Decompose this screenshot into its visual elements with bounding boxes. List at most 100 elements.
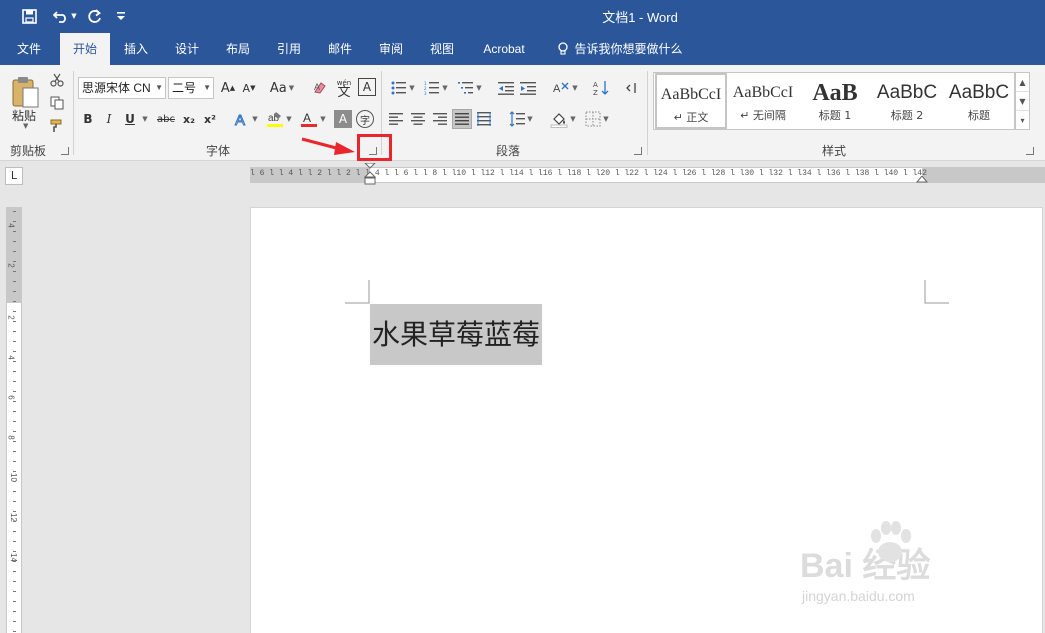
clear-formatting-icon[interactable]: A [310,78,330,98]
change-case-icon: Aa [269,80,287,96]
lightbulb-icon [558,42,569,55]
vertical-ruler-tick [13,561,16,562]
style-name: ↵ 正文 [673,111,709,124]
phonetic-guide-button[interactable]: wén 文 [333,76,355,100]
character-border-icon: A [362,80,372,94]
bold-button[interactable]: B [80,110,96,128]
shrink-font-button[interactable]: A ▼ [240,78,258,98]
indent-marker[interactable] [364,163,376,193]
character-shading-button[interactable]: A [334,110,352,128]
tab-references[interactable]: 引用 [267,33,311,65]
enclose-characters-button[interactable]: 字 [356,110,374,128]
tab-home[interactable]: 开始 [60,33,110,65]
tab-review[interactable]: 审阅 [369,33,413,65]
strikethrough-button[interactable]: abc [154,110,178,128]
styles-gallery[interactable]: AaBbCcI ↵ 正文 AaBbCcI ↵ 无间隔 AaB 标题 1 AaBb… [653,72,1015,130]
tell-me-search[interactable]: 告诉我你想要做什么 [550,33,690,65]
decrease-indent-icon[interactable] [496,78,516,98]
vertical-ruler-tick [13,441,16,442]
tab-layout[interactable]: 布局 [216,33,260,65]
grow-font-icon: A [220,80,230,96]
grow-font-button[interactable]: A ▲ [219,78,237,98]
right-indent-marker[interactable] [916,176,928,184]
italic-button[interactable]: I [101,110,117,128]
save-icon[interactable] [18,6,40,26]
vertical-ruler-tick [13,601,16,602]
tell-me-label: 告诉我你想要做什么 [574,42,683,56]
title-bar: ▼ 文档1 - Word [0,0,1045,33]
cut-icon[interactable] [48,71,66,89]
show-hide-marks-icon[interactable] [622,78,642,98]
styles-dialog-launcher[interactable] [1026,147,1034,155]
tab-view[interactable]: 视图 [420,33,464,65]
chinese-layout-button[interactable]: A ▼ [548,78,582,98]
character-shading-icon: A [338,112,348,126]
numbering-button[interactable]: 1 2 3 ▼ [420,78,452,98]
vertical-ruler-tick [13,451,16,452]
red-arrow-icon [301,137,355,155]
more-styles-icon[interactable]: ▾ [1016,111,1029,130]
tab-insert[interactable]: 插入 [114,33,158,65]
undo-icon[interactable]: ▼ [50,6,80,26]
vertical-ruler-tick [13,341,16,342]
scroll-down-icon[interactable]: ▼ [1016,92,1029,111]
align-center-icon[interactable] [409,110,427,128]
bullets-button[interactable]: ▼ [387,78,419,98]
paragraph-dialog-launcher[interactable] [634,147,642,155]
vertical-ruler-tick [13,361,16,362]
tab-selector[interactable]: L [5,167,23,185]
shading-button[interactable]: ▼ [547,109,579,129]
underline-button[interactable]: U [122,110,138,128]
align-left-icon[interactable] [387,110,405,128]
undo-dropdown-icon[interactable]: ▼ [71,12,76,20]
borders-button[interactable]: ▼ [581,109,613,129]
style-no-spacing[interactable]: AaBbCcI ↵ 无间隔 [727,73,799,129]
borders-icon [585,111,601,127]
change-case-button[interactable]: Aa ▼ [267,78,297,98]
clipboard-dialog-launcher[interactable] [61,147,69,155]
font-size-dropdown[interactable]: 二号 ▼ [168,77,214,99]
superscript-button[interactable]: x² [201,110,219,128]
tab-acrobat[interactable]: Acrobat [472,33,536,65]
group-divider [73,71,74,155]
sort-icon[interactable]: AZ [591,78,611,98]
svg-text:A: A [553,83,561,95]
tab-file[interactable]: 文件 [8,33,50,65]
vertical-ruler[interactable]: 4 2 2 4 6 8 10 12 14 [6,207,22,633]
character-border-button[interactable]: A [358,78,376,96]
multilevel-list-button[interactable]: ▼ [454,78,486,98]
align-right-icon[interactable] [431,110,449,128]
ruler-ticks: l 6 l l 4 l l 2 l l 2 l l 4 l l 6 l l 8 … [250,169,927,178]
style-title[interactable]: AaBbC 标题 [943,73,1015,129]
style-heading-2[interactable]: AaBbC 标题 2 [871,73,943,129]
distributed-icon[interactable] [475,110,493,128]
style-heading-1[interactable]: AaB 标题 1 [799,73,871,129]
tab-mailings[interactable]: 邮件 [318,33,362,65]
vertical-ruler-tick [13,461,16,462]
underline-dropdown-icon[interactable]: ▼ [140,110,150,128]
selected-document-text[interactable]: 水果草莓蓝莓 [370,304,543,365]
highlight-color-button[interactable]: ab ▼ [263,109,295,129]
vertical-ruler-tick [13,571,16,572]
text-effects-button[interactable]: A ▼ [231,109,261,129]
justify-icon[interactable] [452,109,472,129]
format-painter-icon[interactable] [48,117,66,135]
copy-icon[interactable] [48,94,66,112]
font-name-value: 思源宋体 CN [82,81,151,95]
scroll-up-icon[interactable]: ▲ [1016,73,1029,92]
font-color-button[interactable]: A ▼ [297,109,329,129]
vertical-ruler-tick [13,551,16,552]
tab-design[interactable]: 设计 [165,33,209,65]
style-normal[interactable]: AaBbCcI ↵ 正文 [655,73,727,129]
vertical-ruler-tick [13,481,16,482]
subscript-button[interactable]: x₂ [180,110,198,128]
line-spacing-button[interactable]: ▼ [505,109,537,129]
vertical-ruler-tick [13,261,16,262]
font-name-dropdown[interactable]: 思源宋体 CN ▼ [78,77,166,99]
vertical-ruler-tick [13,241,16,242]
ruler-right-margin [922,168,1045,182]
increase-indent-icon[interactable] [518,78,538,98]
customize-toolbar-icon[interactable] [112,6,130,26]
redo-icon[interactable] [84,6,104,26]
paste-dropdown-icon[interactable]: ▼ [23,122,28,130]
